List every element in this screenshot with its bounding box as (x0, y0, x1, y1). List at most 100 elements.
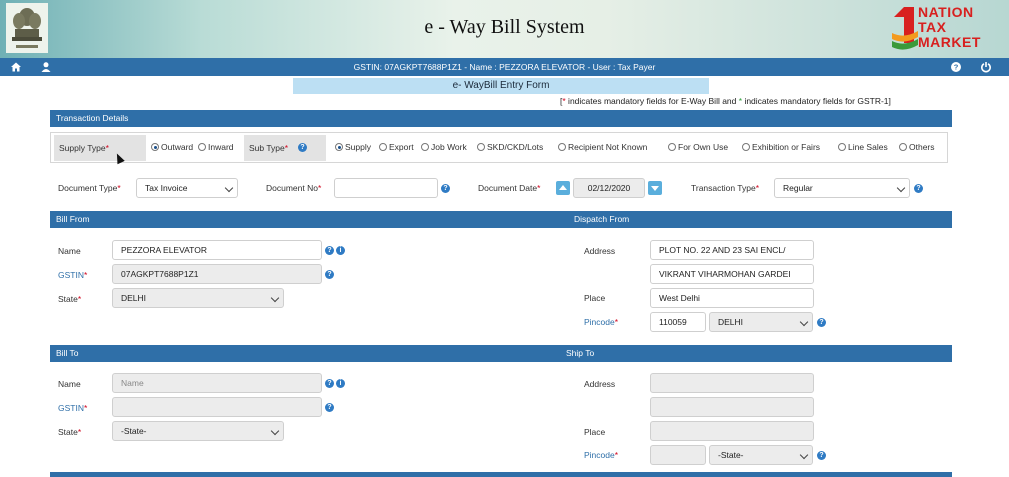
label-text: Pincode (584, 317, 615, 327)
subtype-own-use-radio[interactable] (668, 143, 676, 151)
section-title: Ship To (566, 348, 595, 358)
bill-from-state-select[interactable]: DELHI (112, 288, 284, 308)
select-value: -State- (121, 426, 147, 436)
help-icon[interactable]: ? (950, 61, 962, 73)
section-title: Dispatch From (574, 214, 630, 224)
pincode-label: Pincode* (584, 317, 619, 327)
pincode-label: Pincode* (584, 450, 619, 460)
document-no-label: Document No* (266, 183, 322, 193)
info-icon[interactable]: i (336, 246, 345, 255)
date-prev-button[interactable] (556, 181, 570, 195)
label-text: GSTIN (58, 270, 84, 280)
subtype-line-sales-radio[interactable] (838, 143, 846, 151)
section-title: Transaction Details (56, 113, 129, 123)
label-text: GSTIN (58, 403, 84, 413)
help-icon[interactable]: ? (914, 184, 923, 193)
label-text: Supply Type (59, 143, 106, 153)
address-label: Address (584, 379, 616, 389)
chevron-down-icon (896, 183, 906, 193)
radio-label: Export (389, 142, 414, 152)
next-section-header (50, 472, 952, 477)
radio-label: Recipient Not Known (568, 142, 648, 152)
input-value: PEZZORA ELEVATOR (121, 245, 207, 255)
logout-icon[interactable] (980, 61, 992, 73)
dispatch-address-line2-input[interactable]: VIKRANT VIHARMOHAN GARDEI (650, 264, 814, 284)
radio-label: Exhibition or Fairs (752, 142, 821, 152)
logo-text-line: NATION (918, 4, 974, 20)
subtype-others-radio[interactable] (899, 143, 907, 151)
section-title: Bill From (56, 214, 90, 224)
radio-label: Supply (345, 142, 371, 152)
ship-pincode-input[interactable] (650, 445, 706, 465)
supply-outward-radio[interactable] (151, 143, 159, 151)
radio-label: Job Work (431, 142, 467, 152)
logo-text-line: TAX (918, 19, 947, 35)
dispatch-pincode-input[interactable]: 110059 (650, 312, 706, 332)
ship-address-line2-input[interactable] (650, 397, 814, 417)
ship-address-line1-input[interactable] (650, 373, 814, 393)
label-text: Transaction Type (691, 183, 756, 193)
dispatch-state-select[interactable]: DELHI (709, 312, 813, 332)
help-icon[interactable]: ? (817, 451, 826, 460)
help-icon[interactable]: ? (441, 184, 450, 193)
help-icon[interactable]: ? (325, 379, 334, 388)
bill-to-name-input[interactable]: Name (112, 373, 322, 393)
ship-place-input[interactable] (650, 421, 814, 441)
label-text: Document Date (478, 183, 538, 193)
date-next-button[interactable] (648, 181, 662, 195)
bill-to-state-select[interactable]: -State- (112, 421, 284, 441)
transaction-type-select[interactable]: Regular (774, 178, 910, 198)
chevron-down-icon (270, 293, 280, 303)
subtype-supply-radio[interactable] (335, 143, 343, 151)
transaction-details-header: Transaction Details (50, 110, 952, 127)
help-icon[interactable]: ? (325, 270, 334, 279)
subtype-export-radio[interactable] (379, 143, 387, 151)
section-title: Bill To (56, 348, 79, 358)
input-value: 110059 (659, 317, 687, 327)
top-nav-bar: GSTIN: 07AGKPT7688P1Z1 - Name : PEZZORA … (0, 58, 1009, 76)
help-icon[interactable]: ? (325, 246, 334, 255)
supply-inward-radio[interactable] (198, 143, 206, 151)
subtype-recipient-not-known-radio[interactable] (558, 143, 566, 151)
select-value: DELHI (121, 293, 147, 303)
bill-from-name-input[interactable]: PEZZORA ELEVATOR (112, 240, 322, 260)
document-no-input[interactable] (334, 178, 438, 198)
label-text: Document Type (58, 183, 118, 193)
subtype-jobwork-radio[interactable] (421, 143, 429, 151)
chevron-down-icon (270, 426, 280, 436)
radio-label: Inward (208, 142, 234, 152)
subtype-exhibition-radio[interactable] (742, 143, 750, 151)
document-date-input[interactable]: 02/12/2020 (573, 178, 645, 198)
logo-text: NATION TAX MARKET (918, 5, 981, 50)
input-placeholder: Name (121, 378, 144, 388)
dispatch-address-line1-input[interactable]: PLOT NO. 22 AND 23 SAI ENCL/ (650, 240, 814, 260)
input-value: VIKRANT VIHARMOHAN GARDEI (659, 269, 791, 279)
select-value: Tax Invoice (145, 183, 188, 193)
label-text: Document No (266, 183, 318, 193)
select-value: -State- (718, 450, 744, 460)
place-label: Place (584, 293, 606, 303)
ship-state-select[interactable]: -State- (709, 445, 813, 465)
document-type-label: Document Type* (58, 183, 121, 193)
radio-label: Outward (161, 142, 194, 152)
subtype-skd-radio[interactable] (477, 143, 485, 151)
bill-to-gstin-input[interactable] (112, 397, 322, 417)
help-icon[interactable]: ? (298, 143, 307, 152)
select-value: Regular (783, 183, 813, 193)
dispatch-place-input[interactable]: West Delhi (650, 288, 814, 308)
info-icon[interactable]: i (336, 379, 345, 388)
bill-from-gstin-input[interactable]: 07AGKPT7688P1Z1 (112, 264, 322, 284)
app-title: e - Way Bill System (424, 16, 585, 38)
gstin-label: GSTIN* (58, 270, 88, 280)
form-title: e- WayBill Entry Form (293, 78, 709, 94)
document-type-select[interactable]: Tax Invoice (136, 178, 238, 198)
help-icon[interactable]: ? (817, 318, 826, 327)
header-banner: e - Way Bill System NATION TAX MARKET (0, 0, 1009, 58)
help-icon[interactable]: ? (325, 403, 334, 412)
logo-text-line: MARKET (918, 34, 981, 50)
state-label: State* (58, 427, 82, 437)
chevron-down-icon (799, 450, 809, 460)
input-value: 02/12/2020 (587, 183, 631, 193)
supply-type-label: Supply Type* (59, 143, 109, 153)
note-text: indicates mandatory fields for E-Way Bil… (565, 96, 739, 106)
